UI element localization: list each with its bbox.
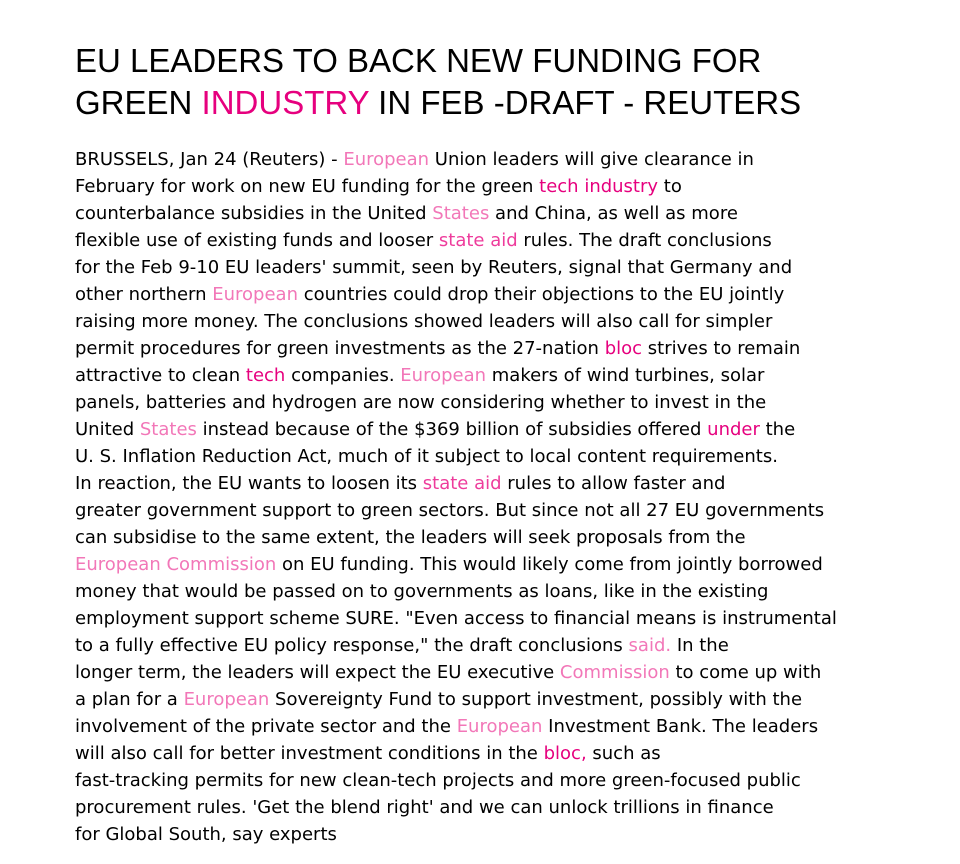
highlighted-term: state aid (422, 473, 502, 494)
highlighted-term: said. (628, 635, 672, 656)
text-line: United States instead because of the $36… (75, 416, 935, 443)
highlighted-term: European (183, 689, 270, 710)
text-line: permit procedures for green investments … (75, 335, 935, 362)
text-segment: February for work on new EU funding for … (75, 176, 540, 197)
text-line: raising more money. The conclusions show… (75, 308, 935, 335)
text-segment: the (759, 419, 796, 440)
text-line: greater government support to green sect… (75, 497, 935, 524)
text-line: BRUSSELS, Jan 24 (Reuters) - European Un… (75, 146, 935, 173)
text-segment: GREEN (75, 84, 202, 121)
text-segment: IN FEB -DRAFT - REUTERS (369, 84, 802, 121)
text-line: procurement rules. 'Get the blend right'… (75, 794, 935, 821)
highlighted-term: INDUSTRY (201, 84, 370, 121)
text-line: money that would be passed on to governm… (75, 578, 935, 605)
text-segment: other northern (75, 284, 213, 305)
text-line: GREEN INDUSTRY IN FEB -DRAFT - REUTERS (75, 82, 935, 124)
text-line: February for work on new EU funding for … (75, 173, 935, 200)
article-headline: EU LEADERS TO BACK NEW FUNDING FOR GREEN … (75, 40, 935, 124)
text-line: for Global South, say experts (75, 821, 935, 848)
text-line: U. S. Inflation Reduction Act, much of i… (75, 443, 935, 470)
text-line: for the Feb 9-10 EU leaders' summit, see… (75, 254, 935, 281)
text-line: a plan for a European Sovereignty Fund t… (75, 686, 935, 713)
text-line: involvement of the private sector and th… (75, 713, 935, 740)
text-line: counterbalance subsidies in the United S… (75, 200, 935, 227)
text-segment: Investment Bank. The leaders (542, 716, 819, 737)
highlighted-term: tech (245, 365, 286, 386)
text-segment: a plan for a (75, 689, 184, 710)
highlighted-term: state aid (438, 230, 518, 251)
text-segment: on EU funding. This would likely come fr… (276, 554, 823, 575)
text-segment: countries could drop their objections to… (298, 284, 785, 305)
highlighted-term: bloc, (543, 743, 587, 764)
highlighted-term: European (343, 149, 430, 170)
text-segment: raising more money. The conclusions show… (75, 311, 773, 332)
text-line: longer term, the leaders will expect the… (75, 659, 935, 686)
text-segment: BRUSSELS, Jan 24 (Reuters) - (75, 149, 344, 170)
text-segment: counterbalance subsidies in the United (75, 203, 433, 224)
text-segment: EU LEADERS TO BACK NEW FUNDING FOR (75, 42, 762, 79)
text-segment: can subsidise to the same extent, the le… (75, 527, 746, 548)
text-segment: rules to allow faster and (501, 473, 726, 494)
highlighted-term: Commission (559, 662, 670, 683)
text-line: flexible use of existing funds and loose… (75, 227, 935, 254)
text-segment: strives to remain (642, 338, 801, 359)
highlighted-term: States (139, 419, 197, 440)
highlighted-term: under (707, 419, 760, 440)
text-line: panels, batteries and hydrogen are now c… (75, 389, 935, 416)
highlighted-term: European (212, 284, 298, 305)
highlighted-term: European (456, 716, 543, 737)
text-segment: for the Feb 9-10 EU leaders' summit, see… (75, 257, 793, 278)
text-segment: U. S. Inflation Reduction Act, much of i… (75, 446, 778, 467)
text-segment: will also call for better investment con… (75, 743, 544, 764)
article-body: BRUSSELS, Jan 24 (Reuters) - European Un… (75, 146, 935, 848)
text-line: EU LEADERS TO BACK NEW FUNDING FOR (75, 40, 935, 82)
text-line: European Commission on EU funding. This … (75, 551, 935, 578)
text-segment: In reaction, the EU wants to loosen its (75, 473, 423, 494)
text-segment: rules. The draft conclusions (517, 230, 772, 251)
article: EU LEADERS TO BACK NEW FUNDING FOR GREEN … (75, 40, 935, 848)
text-segment: to (658, 176, 682, 197)
text-segment: panels, batteries and hydrogen are now c… (75, 392, 767, 413)
highlighted-term: bloc (604, 338, 643, 359)
text-segment: United (75, 419, 140, 440)
text-segment: such as (586, 743, 661, 764)
text-line: fast-tracking permits for new clean-tech… (75, 767, 935, 794)
text-segment: involvement of the private sector and th… (75, 716, 457, 737)
highlighted-term: European (400, 365, 487, 386)
text-segment: In the (671, 635, 729, 656)
text-segment: flexible use of existing funds and loose… (75, 230, 439, 251)
text-segment: and China, as well as more (489, 203, 738, 224)
text-line: can subsidise to the same extent, the le… (75, 524, 935, 551)
text-line: to a fully effective EU policy response,… (75, 632, 935, 659)
text-line: attractive to clean tech companies. Euro… (75, 362, 935, 389)
text-segment: greater government support to green sect… (75, 500, 825, 521)
highlighted-term: tech industry (539, 176, 659, 197)
text-line: employment support scheme SURE. "Even ac… (75, 605, 935, 632)
text-segment: Sovereignty Fund to support investment, … (269, 689, 803, 710)
text-segment: instead because of the $369 billion of s… (196, 419, 708, 440)
text-segment: permit procedures for green investments … (75, 338, 605, 359)
text-segment: money that would be passed on to governm… (75, 581, 769, 602)
highlighted-term: States (432, 203, 490, 224)
text-line: In reaction, the EU wants to loosen its … (75, 470, 935, 497)
highlighted-term: European Commission (75, 554, 277, 575)
text-segment: employment support scheme SURE. "Even ac… (75, 608, 837, 629)
text-segment: makers of wind turbines, solar (486, 365, 765, 386)
text-segment: for Global South, say experts (75, 824, 337, 845)
text-segment: attractive to clean (75, 365, 246, 386)
text-line: other northern European countries could … (75, 281, 935, 308)
text-segment: fast-tracking permits for new clean-tech… (75, 770, 801, 791)
text-segment: to come up with (669, 662, 822, 683)
text-segment: Union leaders will give clearance in (429, 149, 754, 170)
text-segment: procurement rules. 'Get the blend right'… (75, 797, 774, 818)
text-segment: to a fully effective EU policy response,… (75, 635, 629, 656)
text-segment: longer term, the leaders will expect the… (75, 662, 560, 683)
text-line: will also call for better investment con… (75, 740, 935, 767)
text-segment: companies. (285, 365, 401, 386)
